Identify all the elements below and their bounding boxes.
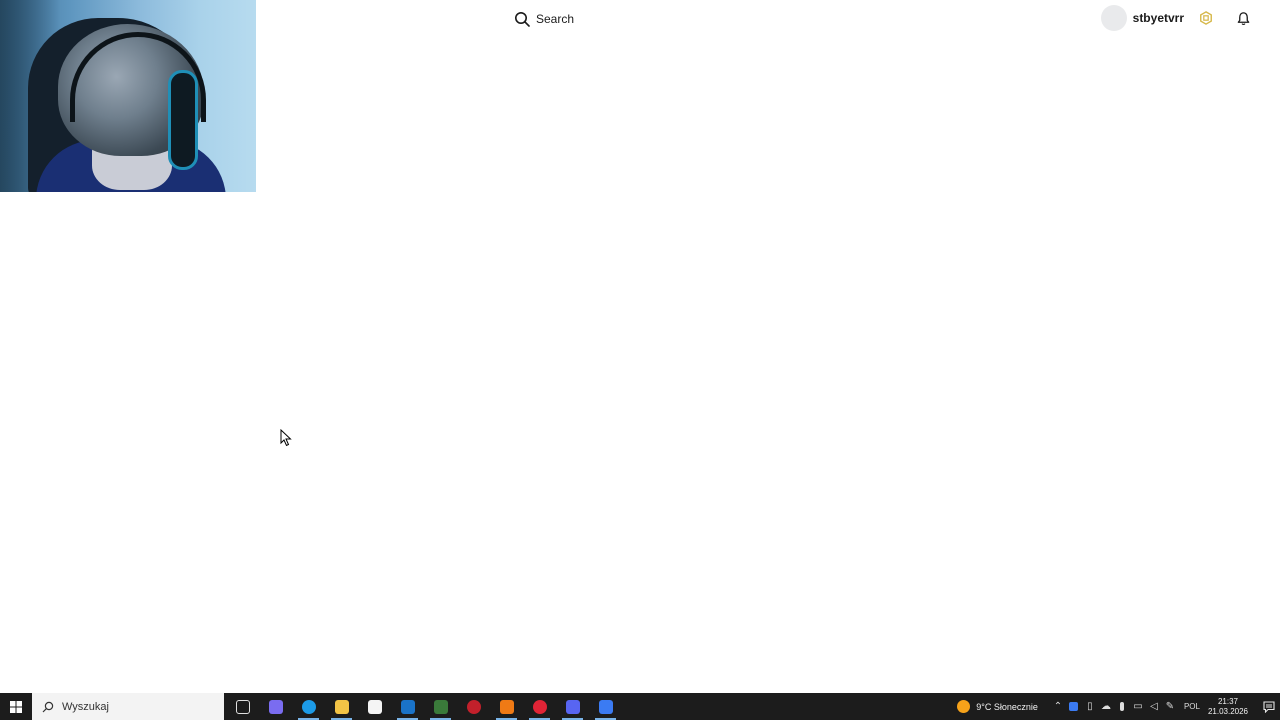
- page: Search stbyetvrr Wyszukaj 9°C Słonecznie…: [0, 0, 1280, 720]
- webcam-overlay: [0, 0, 256, 192]
- task-view-icon: [235, 699, 250, 714]
- avatar[interactable]: [1100, 5, 1127, 31]
- taskbar-apps: [226, 693, 622, 720]
- network-icon[interactable]: ▭: [1130, 693, 1146, 720]
- app-green-icon: [433, 699, 448, 714]
- taskbar-app-file-explorer[interactable]: [325, 693, 358, 720]
- user-area: stbyetvrr: [1100, 4, 1252, 32]
- microphone-app-icon: [499, 699, 514, 714]
- tablet-icon[interactable]: ▯: [1082, 693, 1098, 720]
- weather-widget[interactable]: 9°C Słonecznie: [957, 700, 1038, 713]
- taskbar-app-copilot[interactable]: [259, 693, 292, 720]
- taskbar-search-icon: [42, 701, 54, 712]
- robux-icon[interactable]: [1198, 10, 1214, 26]
- taskbar-app-opera[interactable]: [523, 693, 556, 720]
- microsoft-store-icon: [367, 699, 382, 714]
- volume-icon[interactable]: ◁: [1146, 693, 1162, 720]
- clock-date: 21.03.2026: [1207, 706, 1248, 716]
- discord-icon: [565, 699, 580, 714]
- taskbar-app-outlook[interactable]: [391, 693, 424, 720]
- taskbar-app-task-view[interactable]: [226, 693, 259, 720]
- notifications-bell-icon[interactable]: [1234, 9, 1252, 27]
- taskbar-search-box[interactable]: Wyszukaj: [32, 693, 224, 720]
- start-button[interactable]: [0, 693, 32, 720]
- clock-time: 21:37: [1217, 696, 1238, 706]
- taskbar-app-discord[interactable]: [556, 693, 589, 720]
- copilot-icon: [268, 699, 283, 714]
- taskbar-app-edge[interactable]: [292, 693, 325, 720]
- search-label: Search: [536, 12, 575, 26]
- taskbar-app-app-green[interactable]: [424, 693, 457, 720]
- sun-icon: [957, 700, 971, 713]
- search-button[interactable]: Search: [508, 6, 580, 32]
- username[interactable]: stbyetvrr: [1133, 11, 1184, 25]
- taskbar-app-roblox[interactable]: [589, 693, 622, 720]
- roblox-icon: [598, 699, 613, 714]
- windows-logo-icon: [10, 700, 22, 713]
- pen-icon[interactable]: ✎: [1162, 693, 1178, 720]
- taskbar-app-microsoft-store[interactable]: [358, 693, 391, 720]
- microphone-icon[interactable]: [1114, 693, 1130, 720]
- taskbar-app-app-redblack[interactable]: [457, 693, 490, 720]
- outlook-icon: [400, 699, 415, 714]
- language-indicator[interactable]: POL: [1184, 702, 1200, 711]
- file-explorer-icon: [334, 699, 349, 714]
- taskbar: Wyszukaj 9°C Słonecznie ⌃ ▯ ☁ ▭ ◁ ✎ POL …: [0, 693, 1280, 720]
- clock[interactable]: 21:37 21.03.2026: [1208, 697, 1248, 717]
- mouse-cursor-icon: [280, 429, 292, 447]
- edge-icon: [301, 699, 316, 714]
- app-redblack-icon: [466, 699, 481, 714]
- search-icon: [515, 12, 530, 27]
- weather-text: 9°C Słonecznie: [976, 701, 1038, 712]
- system-tray: 9°C Słonecznie ⌃ ▯ ☁ ▭ ◁ ✎ POL 21:37 21.…: [957, 693, 1280, 720]
- taskbar-app-microphone-app[interactable]: [490, 693, 523, 720]
- notification-center-icon[interactable]: [1258, 693, 1280, 720]
- cloud-icon[interactable]: ☁: [1098, 693, 1114, 720]
- taskbar-search-placeholder: Wyszukaj: [62, 700, 109, 713]
- chevron-up-icon[interactable]: ⌃: [1050, 693, 1066, 720]
- roblox-tray-icon[interactable]: [1066, 693, 1082, 720]
- opera-icon: [532, 699, 547, 714]
